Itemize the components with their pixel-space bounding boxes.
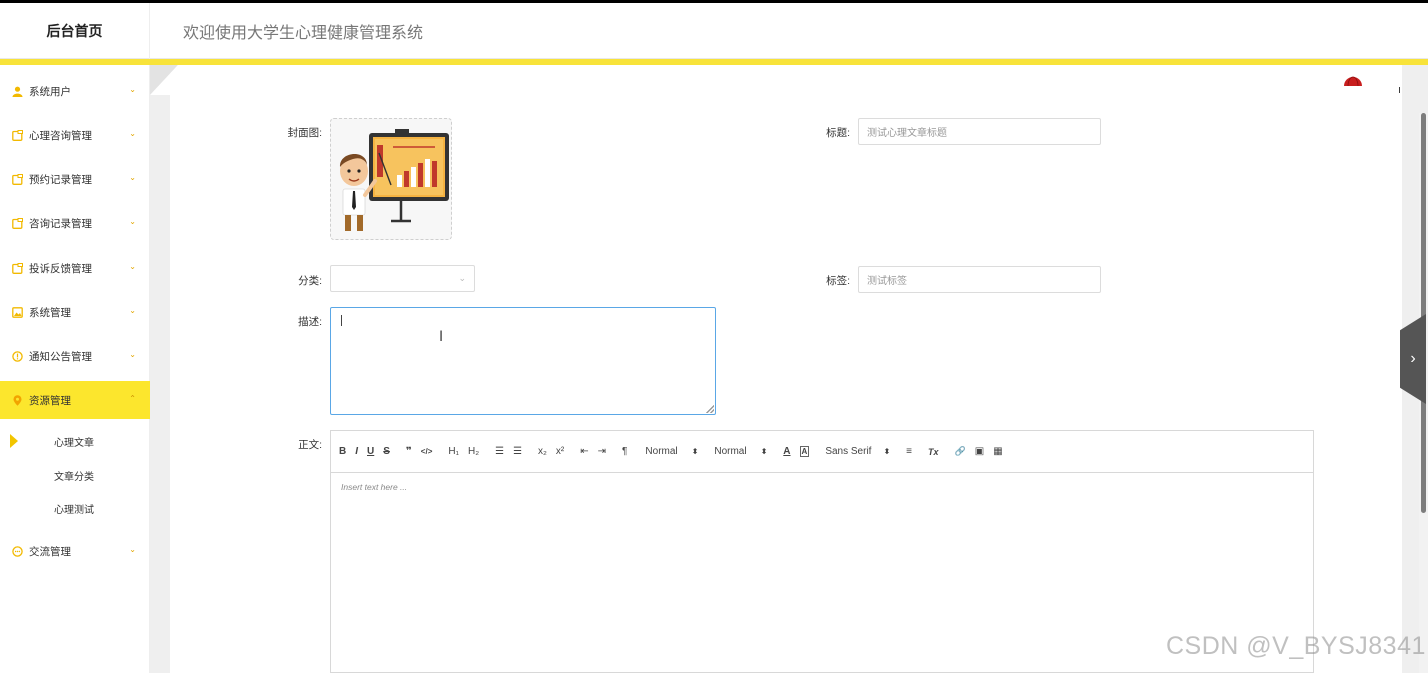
font-select[interactable]: Sans Serif bbox=[825, 446, 871, 457]
chevron-down-icon: ⌄ bbox=[129, 545, 136, 554]
text-cursor-icon: I bbox=[439, 329, 444, 345]
chevron-up-icon: ⌃ bbox=[129, 394, 136, 403]
bullet-list-button[interactable]: ☰ bbox=[513, 446, 522, 457]
sidebar-item-communication[interactable]: 交流管理 ⌄ bbox=[0, 532, 150, 570]
submenu-item-label: 文章分类 bbox=[54, 471, 94, 483]
location-pin-icon bbox=[12, 394, 23, 406]
picture-icon bbox=[12, 306, 23, 318]
size-select[interactable]: Normal bbox=[645, 446, 677, 457]
bold-button[interactable]: B bbox=[339, 446, 346, 457]
chevron-down-icon: ⌄ bbox=[129, 129, 136, 138]
description-textarea[interactable] bbox=[330, 307, 716, 415]
sidebar-item-system-users[interactable]: 系统用户 ⌄ bbox=[0, 72, 150, 110]
text-caret bbox=[341, 315, 342, 326]
home-link[interactable]: 后台首页 bbox=[0, 3, 150, 59]
header2-button[interactable]: H₂ bbox=[468, 446, 479, 457]
code-block-button[interactable]: </> bbox=[421, 447, 433, 456]
underline-button[interactable]: U bbox=[367, 446, 374, 457]
body-label: 正文: bbox=[298, 439, 322, 451]
chat-icon bbox=[12, 545, 23, 557]
chevron-down-icon: ⌄ bbox=[129, 306, 136, 315]
sidebar-item-resources[interactable]: 资源管理 ⌃ bbox=[0, 381, 150, 419]
editor-placeholder: Insert text here ... bbox=[341, 482, 408, 492]
sidebar-item-counseling[interactable]: 心理咨询管理 ⌄ bbox=[0, 116, 150, 154]
sidebar-item-system-management[interactable]: 系统管理 ⌄ bbox=[0, 293, 150, 331]
folder-icon bbox=[12, 217, 23, 229]
header-bar: 后台首页 欢迎使用大学生心理健康管理系统 bbox=[0, 3, 1428, 59]
sidebar-item-appointments[interactable]: 预约记录管理 ⌄ bbox=[0, 160, 150, 198]
sidebar-item-label: 心理咨询管理 bbox=[29, 129, 92, 142]
header-select[interactable]: Normal bbox=[714, 446, 746, 457]
image-button[interactable]: ▣ bbox=[975, 446, 984, 457]
updown-icon: ⬍ bbox=[883, 447, 891, 456]
category-select[interactable]: ⌄ bbox=[330, 265, 475, 292]
resize-handle-icon[interactable] bbox=[706, 405, 714, 413]
submenu-item-article-categories[interactable]: 文章分类 bbox=[0, 460, 150, 490]
sidebar: 系统用户 ⌄ 心理咨询管理 ⌄ 预约记录管理 ⌄ 咨询记录管理 ⌄ 投诉反馈管理… bbox=[0, 65, 150, 673]
scrollbar-thumb[interactable] bbox=[1421, 113, 1426, 513]
chevron-down-icon: ⌄ bbox=[458, 273, 466, 283]
folder-icon bbox=[12, 262, 23, 274]
tags-label: 标签: bbox=[826, 275, 850, 287]
chevron-down-icon: ⌄ bbox=[129, 85, 136, 94]
sidebar-item-label: 咨询记录管理 bbox=[29, 217, 92, 230]
updown-icon: ⬍ bbox=[691, 447, 699, 456]
active-indicator-icon bbox=[10, 434, 18, 448]
text-color-button[interactable]: A bbox=[783, 446, 790, 457]
link-button[interactable]: 🔗 bbox=[955, 446, 966, 457]
sidebar-item-notices[interactable]: 通知公告管理 ⌄ bbox=[0, 337, 150, 375]
cover-label: 封面图: bbox=[287, 127, 322, 139]
sidebar-item-label: 预约记录管理 bbox=[29, 173, 92, 186]
submenu-item-label: 心理文章 bbox=[54, 437, 94, 449]
submenu-item-label: 心理测试 bbox=[54, 504, 94, 516]
editor-toolbar: B I U S ❞ </> H₁ H₂ ☰ ☰ x₂ x² ⇤ ⇥ ¶ Norm… bbox=[331, 431, 1313, 473]
user-menu[interactable]: ı bbox=[1398, 84, 1401, 96]
align-button[interactable]: ≡ bbox=[906, 446, 912, 457]
title-input[interactable]: 测试心理文章标题 bbox=[858, 118, 1101, 145]
sidebar-item-consult-records[interactable]: 咨询记录管理 ⌄ bbox=[0, 204, 150, 242]
background-color-button[interactable]: A bbox=[799, 446, 810, 457]
sidebar-item-label: 资源管理 bbox=[29, 394, 71, 407]
umbrella-icon[interactable] bbox=[1343, 76, 1363, 87]
blockquote-button[interactable]: ❞ bbox=[406, 446, 412, 457]
category-label: 分类: bbox=[298, 275, 322, 287]
subscript-button[interactable]: x₂ bbox=[538, 446, 547, 457]
indent-button[interactable]: ⇥ bbox=[598, 446, 606, 457]
submenu-item-tests[interactable]: 心理测试 bbox=[0, 493, 150, 523]
title-label: 标题: bbox=[826, 127, 850, 139]
watermark: CSDN @V_BYSJ8341 bbox=[1166, 632, 1426, 660]
chevron-down-icon: ⌄ bbox=[129, 262, 136, 271]
chevron-down-icon: ⌄ bbox=[129, 217, 136, 226]
chevron-down-icon: ⌄ bbox=[129, 173, 136, 182]
sidebar-item-label: 系统管理 bbox=[29, 306, 71, 319]
sidebar-item-label: 系统用户 bbox=[29, 85, 71, 98]
sidebar-item-label: 投诉反馈管理 bbox=[29, 262, 92, 275]
chevron-right-icon: › bbox=[1410, 350, 1416, 367]
folder-icon bbox=[12, 129, 23, 141]
tags-input[interactable]: 测试标签 bbox=[858, 266, 1101, 293]
submenu-item-articles[interactable]: 心理文章 bbox=[0, 426, 150, 456]
sidebar-item-label: 通知公告管理 bbox=[29, 350, 92, 363]
text-direction-button[interactable]: ¶ bbox=[622, 446, 627, 457]
superscript-button[interactable]: x² bbox=[556, 446, 564, 457]
ordered-list-button[interactable]: ☰ bbox=[495, 446, 504, 457]
video-button[interactable]: ▦ bbox=[993, 446, 1002, 457]
description-label: 描述: bbox=[298, 316, 322, 328]
info-circle-icon bbox=[12, 350, 23, 362]
folder-icon bbox=[12, 173, 23, 185]
strike-button[interactable]: S bbox=[383, 446, 390, 457]
clean-format-button[interactable]: Tx bbox=[928, 447, 939, 457]
updown-icon: ⬍ bbox=[760, 447, 768, 456]
header1-button[interactable]: H₁ bbox=[448, 446, 459, 457]
system-title: 欢迎使用大学生心理健康管理系统 bbox=[183, 25, 424, 42]
sidebar-item-label: 交流管理 bbox=[29, 545, 71, 558]
sidebar-item-complaints[interactable]: 投诉反馈管理 ⌄ bbox=[0, 249, 150, 287]
presentation-illustration-icon bbox=[339, 129, 449, 231]
outdent-button[interactable]: ⇤ bbox=[580, 446, 588, 457]
chevron-down-icon: ⌄ bbox=[129, 350, 136, 359]
user-icon bbox=[12, 86, 23, 97]
italic-button[interactable]: I bbox=[355, 446, 358, 457]
cover-image-upload[interactable] bbox=[330, 118, 452, 240]
